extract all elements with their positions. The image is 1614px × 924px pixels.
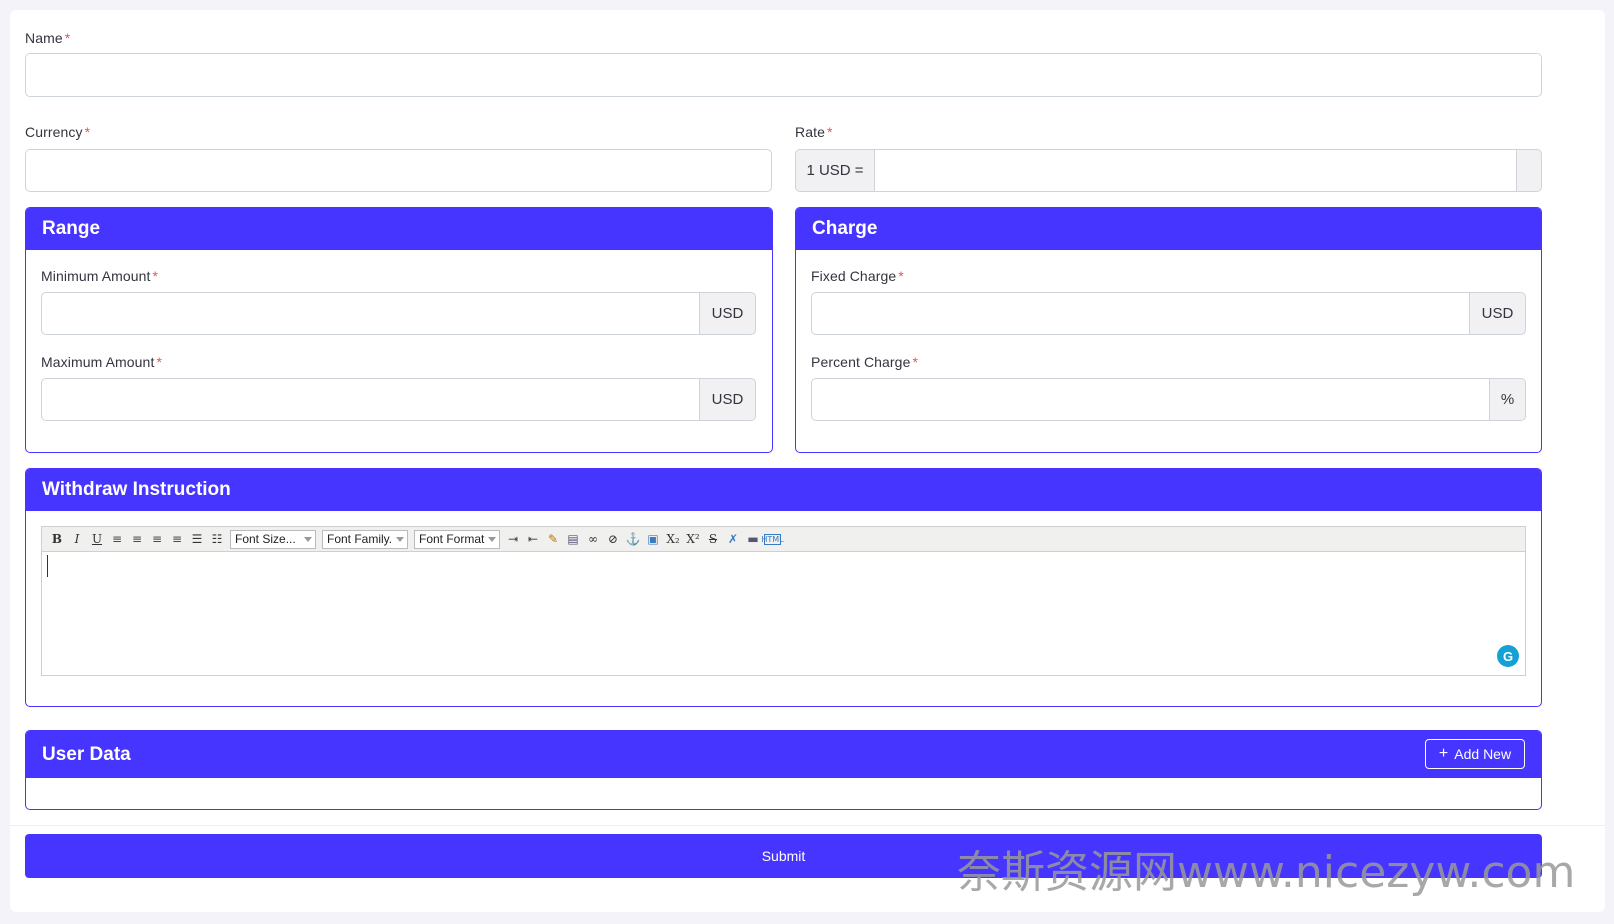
min-amount-unit: USD bbox=[699, 292, 756, 335]
min-amount-input[interactable] bbox=[41, 292, 701, 335]
align-justify-icon[interactable]: ≡ bbox=[168, 530, 186, 548]
unordered-list-icon[interactable]: ☷ bbox=[208, 530, 226, 548]
range-title: Range bbox=[26, 208, 772, 250]
rate-label: Rate * bbox=[795, 124, 833, 140]
min-amount-label: Minimum Amount * bbox=[41, 268, 159, 284]
outdent-icon[interactable]: ⇤ bbox=[524, 530, 542, 548]
text-color-icon[interactable]: ✎ bbox=[544, 530, 562, 548]
user-data-title: User Data bbox=[26, 731, 1541, 778]
fixed-charge-label: Fixed Charge * bbox=[811, 268, 904, 284]
link-icon[interactable]: ∞ bbox=[584, 530, 602, 548]
chevron-down-icon bbox=[304, 536, 312, 542]
align-right-icon[interactable]: ≡ bbox=[148, 530, 166, 548]
chevron-down-icon bbox=[396, 536, 404, 542]
instruction-title: Withdraw Instruction bbox=[26, 469, 1541, 511]
strikethrough-button[interactable]: S bbox=[704, 530, 722, 548]
max-amount-input[interactable] bbox=[41, 378, 701, 421]
image-icon[interactable]: ▣ bbox=[644, 530, 662, 548]
percent-charge-unit: % bbox=[1489, 378, 1526, 421]
ordered-list-icon[interactable]: ☰ bbox=[188, 530, 206, 548]
superscript-button[interactable]: X² bbox=[684, 530, 702, 548]
user-data-panel: User Data bbox=[25, 730, 1542, 810]
max-amount-unit: USD bbox=[699, 378, 756, 421]
subscript-button[interactable]: X₂ bbox=[664, 530, 682, 548]
name-label: Name * bbox=[25, 30, 71, 46]
rate-input[interactable] bbox=[874, 149, 1517, 192]
currency-input[interactable] bbox=[25, 149, 772, 192]
chevron-down-icon bbox=[488, 536, 496, 542]
percent-charge-label: Percent Charge * bbox=[811, 354, 919, 370]
text-cursor bbox=[47, 555, 48, 577]
fixed-charge-input[interactable] bbox=[811, 292, 1471, 335]
remove-format-icon[interactable]: ✗ bbox=[724, 530, 742, 548]
charge-title: Charge bbox=[796, 208, 1541, 250]
fixed-charge-unit: USD bbox=[1469, 292, 1526, 335]
font-family-select[interactable]: Font Family. bbox=[322, 529, 408, 549]
underline-button[interactable]: U bbox=[88, 530, 106, 548]
rate-prefix: 1 USD = bbox=[795, 149, 875, 192]
divider bbox=[10, 825, 1605, 826]
horizontal-rule-icon[interactable]: ▬ bbox=[744, 530, 762, 548]
grammarly-icon[interactable]: G bbox=[1497, 645, 1519, 667]
unlink-icon[interactable]: ⊘ bbox=[604, 530, 622, 548]
max-amount-label: Maximum Amount * bbox=[41, 354, 162, 370]
font-format-select[interactable]: Font Format bbox=[414, 529, 500, 549]
html-source-icon[interactable]: HTML bbox=[761, 533, 784, 545]
highlight-icon[interactable]: ▤ bbox=[564, 530, 582, 548]
name-input[interactable] bbox=[25, 53, 1542, 97]
rich-text-editor: B I U ≡ ≡ ≡ ≡ ☰ ☷ Font Size... Font Fami… bbox=[41, 526, 1526, 676]
font-size-select[interactable]: Font Size... bbox=[230, 529, 316, 549]
italic-button[interactable]: I bbox=[68, 530, 86, 548]
rate-suffix bbox=[1516, 149, 1542, 192]
align-center-icon[interactable]: ≡ bbox=[128, 530, 146, 548]
editor-content-area[interactable] bbox=[42, 552, 1525, 675]
plus-icon: + bbox=[1438, 745, 1449, 762]
currency-label: Currency * bbox=[25, 124, 91, 140]
editor-toolbar: B I U ≡ ≡ ≡ ≡ ☰ ☷ Font Size... Font Fami… bbox=[42, 527, 1525, 552]
percent-charge-input[interactable] bbox=[811, 378, 1491, 421]
indent-icon[interactable]: ⇥ bbox=[504, 530, 522, 548]
add-new-label: Add New bbox=[1454, 746, 1512, 762]
bold-button[interactable]: B bbox=[48, 530, 66, 548]
watermark: 奈斯资源网www.nicezyw.com bbox=[957, 847, 1576, 898]
align-left-icon[interactable]: ≡ bbox=[108, 530, 126, 548]
anchor-icon[interactable]: ⚓ bbox=[624, 530, 642, 548]
add-new-button[interactable]: + Add New bbox=[1425, 739, 1525, 769]
